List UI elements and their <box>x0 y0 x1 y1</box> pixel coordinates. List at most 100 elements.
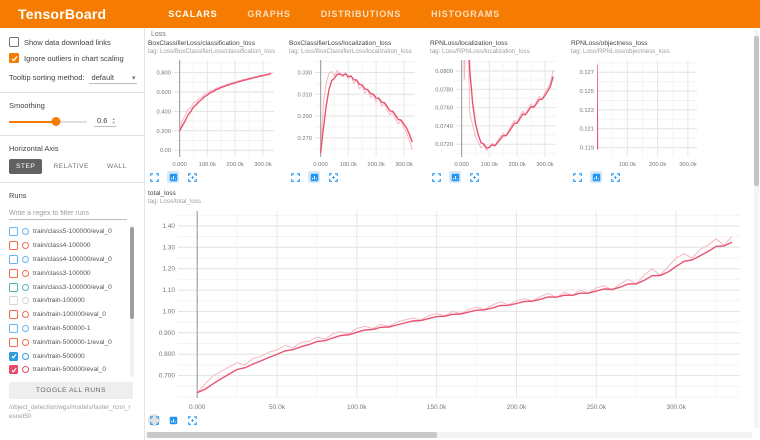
svg-text:0.0760: 0.0760 <box>435 106 453 112</box>
run-row[interactable]: train/train-500000-1/eval_0 <box>9 335 138 349</box>
run-name: train/train-100000/eval_0 <box>33 311 106 318</box>
run-row[interactable]: train/class5-100000/eval_0 <box>9 225 138 239</box>
app-header: TensorBoard SCALARS GRAPHS DISTRIBUTIONS… <box>0 0 760 28</box>
svg-text:0.123: 0.123 <box>579 108 594 114</box>
svg-text:1.10: 1.10 <box>162 287 175 294</box>
chart-type-icon[interactable] <box>167 414 179 426</box>
fit-domain-icon[interactable] <box>468 171 480 183</box>
slider-thumb[interactable] <box>51 117 60 126</box>
run-row[interactable]: train/train-500000 <box>9 349 138 363</box>
svg-text:200.0k: 200.0k <box>508 162 526 168</box>
expand-icon[interactable] <box>430 171 442 183</box>
axis-relative-button[interactable]: RELATIVE <box>46 159 96 174</box>
toggle-all-runs-button[interactable]: TOGGLE ALL RUNS <box>9 382 133 399</box>
run-row[interactable]: train/class4-100000 <box>9 239 138 253</box>
smoothing-value-input[interactable]: 0.6 ▴▾ <box>94 116 116 127</box>
svg-text:150.0k: 150.0k <box>427 404 447 411</box>
run-row[interactable]: train/train-500000-1 <box>9 322 138 336</box>
svg-text:0.400: 0.400 <box>156 109 171 115</box>
horizontal-axis-label: Horizontal Axis <box>9 144 138 153</box>
run-checkbox[interactable] <box>9 227 18 236</box>
line-chart[interactable]: 0.07200.07400.07600.07800.08000.000100.0… <box>430 57 560 169</box>
expand-icon[interactable] <box>571 171 583 183</box>
run-checkbox[interactable] <box>9 283 18 292</box>
run-row[interactable]: train/class4-100000/eval_0 <box>9 253 138 267</box>
main-content: Loss BoxClassifierLoss/classification_lo… <box>145 28 760 440</box>
fit-domain-icon[interactable] <box>186 171 198 183</box>
run-checkbox[interactable] <box>9 324 18 333</box>
svg-text:200.0k: 200.0k <box>226 162 244 168</box>
svg-text:1.20: 1.20 <box>162 266 175 273</box>
svg-text:200.0k: 200.0k <box>649 162 667 168</box>
spinner-icon[interactable]: ▴▾ <box>112 117 114 124</box>
run-checkbox[interactable] <box>9 352 18 361</box>
fit-domain-icon[interactable] <box>327 171 339 183</box>
tooltip-sort-dropdown[interactable]: default ▾ <box>89 73 137 84</box>
run-row[interactable]: train/class3-100000 <box>9 266 138 280</box>
run-row[interactable]: train/train-100000/eval_0 <box>9 308 138 322</box>
run-checkbox[interactable] <box>9 296 18 305</box>
tooltip-sort-value: default <box>91 73 114 82</box>
svg-text:0.800: 0.800 <box>159 351 176 358</box>
expand-icon[interactable] <box>148 414 160 426</box>
run-color-swatch-icon <box>22 366 29 373</box>
chart-type-icon[interactable] <box>449 171 461 183</box>
chart-type-icon[interactable] <box>308 171 320 183</box>
line-chart[interactable]: 0.000.2000.4000.6000.8000.000100.0k200.0… <box>148 57 278 169</box>
chart-card: RPNLoss/localization_losstag: Loss/RPNLo… <box>430 40 567 184</box>
chart-card: RPNLoss/objectness_losstag: Loss/RPNLoss… <box>571 40 708 184</box>
chart-type-icon[interactable] <box>590 171 602 183</box>
run-color-swatch-icon <box>22 353 29 360</box>
chart-card: BoxClassifierLoss/classification_losstag… <box>148 40 285 184</box>
run-row[interactable]: train/train-500000/eval_0 <box>9 363 138 377</box>
run-name: train/class4-100000/eval_0 <box>33 256 112 263</box>
run-row[interactable]: train/class3-100000/eval_0 <box>9 280 138 294</box>
smoothing-slider[interactable] <box>9 121 87 123</box>
expand-icon[interactable] <box>148 171 160 183</box>
tooltip-sort-row: Tooltip sorting method: default ▾ <box>9 73 138 84</box>
small-charts-row: BoxClassifierLoss/classification_losstag… <box>148 40 760 184</box>
run-color-swatch-icon <box>22 325 29 332</box>
run-row[interactable]: train/train-100000 <box>9 294 138 308</box>
chart-tag: tag: Loss/BoxClassifierLoss/localization… <box>289 48 426 56</box>
line-chart[interactable]: 0.1190.1210.1230.1250.127100.0k200.0k300… <box>571 57 701 169</box>
chart-tag: tag: Loss/RPNLoss/objectness_loss <box>571 48 708 56</box>
svg-text:200.0k: 200.0k <box>507 404 527 411</box>
horizontal-axis-buttons: STEP RELATIVE WALL <box>9 159 138 174</box>
divider <box>0 92 144 93</box>
line-chart[interactable]: 0.7000.8000.9001.001.101.201.301.400.000… <box>148 207 748 412</box>
tab-histograms[interactable]: HISTOGRAMS <box>431 9 500 19</box>
svg-text:300.0k: 300.0k <box>536 162 554 168</box>
vertical-scrollbar[interactable] <box>754 30 759 428</box>
tab-graphs[interactable]: GRAPHS <box>247 9 290 19</box>
ignore-outliers-checkbox[interactable]: Ignore outliers in chart scaling <box>9 53 138 63</box>
svg-text:0.310: 0.310 <box>297 92 312 98</box>
run-checkbox[interactable] <box>9 269 18 278</box>
tab-distributions[interactable]: DISTRIBUTIONS <box>321 9 401 19</box>
horizontal-scrollbar[interactable] <box>145 432 752 438</box>
chart-toolbar <box>148 171 285 184</box>
svg-text:0.200: 0.200 <box>156 129 171 135</box>
expand-icon[interactable] <box>289 171 301 183</box>
fit-domain-icon[interactable] <box>186 414 198 426</box>
runs-list: train/class5-100000/eval_0train/class4-1… <box>9 225 138 377</box>
svg-text:300.0k: 300.0k <box>679 162 697 168</box>
run-checkbox[interactable] <box>9 255 18 264</box>
fit-domain-icon[interactable] <box>609 171 621 183</box>
run-checkbox[interactable] <box>9 310 18 319</box>
run-checkbox[interactable] <box>9 338 18 347</box>
run-checkbox[interactable] <box>9 365 18 374</box>
runs-filter-input[interactable] <box>9 208 127 220</box>
tab-scalars[interactable]: SCALARS <box>168 9 217 19</box>
chart-type-icon[interactable] <box>167 171 179 183</box>
line-chart[interactable]: 0.2700.2900.3100.3300.000100.0k200.0k300… <box>289 57 419 169</box>
runs-scrollbar[interactable] <box>130 225 134 377</box>
run-checkbox[interactable] <box>9 241 18 250</box>
svg-text:0.000: 0.000 <box>189 404 206 411</box>
axis-step-button[interactable]: STEP <box>9 159 42 174</box>
chart-tag: tag: Loss/BoxClassifierLoss/classificati… <box>148 48 285 56</box>
show-download-links-checkbox[interactable]: Show data download links <box>9 37 138 47</box>
axis-wall-button[interactable]: WALL <box>100 159 134 174</box>
chart-title: BoxClassifierLoss/localization_loss <box>289 40 426 48</box>
svg-text:250.0k: 250.0k <box>587 404 607 411</box>
